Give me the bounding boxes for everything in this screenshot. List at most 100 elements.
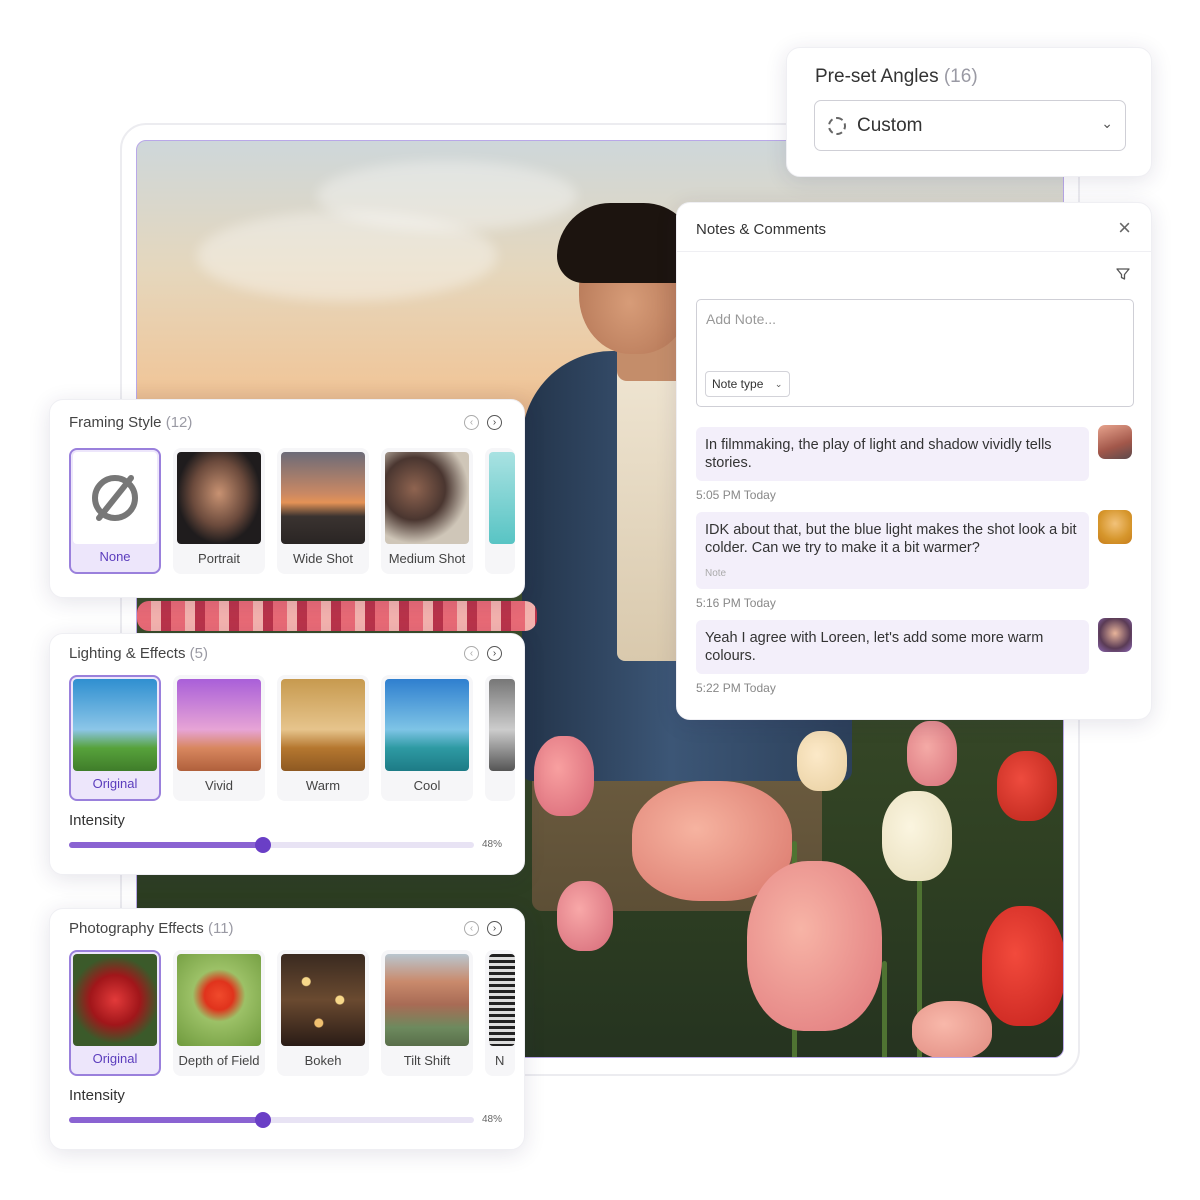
lighting-option-label: Original [92, 776, 138, 791]
cloud [317, 161, 577, 231]
intensity-slider-handle[interactable] [255, 837, 272, 853]
none-thumbnail [73, 452, 157, 544]
framing-option-wide-shot[interactable]: Wide Shot [277, 448, 369, 574]
tulip [912, 1001, 992, 1057]
no-symbol-icon [92, 475, 138, 521]
tulip [557, 881, 613, 951]
next-arrow-icon[interactable]: › [487, 921, 502, 936]
lighting-option-original[interactable]: Original [69, 675, 161, 801]
photo-effect-bokeh[interactable]: Bokeh [277, 950, 369, 1076]
lighting-option-label: Cool [413, 778, 441, 793]
photo-effect-label: Original [92, 1051, 138, 1066]
lighting-effects-title: Lighting & Effects (5) [69, 645, 208, 662]
add-note-input[interactable]: Add Note... Note type ⌄ [696, 299, 1134, 407]
filter-icon[interactable] [1115, 266, 1131, 282]
bokeh-thumbnail [281, 954, 365, 1046]
photo-effect-label: Depth of Field [178, 1053, 260, 1068]
lighting-option-cool[interactable]: Cool [381, 675, 473, 801]
intensity-value: 48% [482, 839, 503, 850]
medium-shot-thumbnail [385, 452, 469, 544]
preset-angles-value: Custom [857, 115, 923, 136]
photography-effects-card: Photography Effects (11) ‹ › Original De… [49, 908, 525, 1150]
photo-effect-label: Tilt Shift [403, 1053, 451, 1068]
photo-effect-original[interactable]: Original [69, 950, 161, 1076]
add-note-placeholder: Add Note... [706, 311, 777, 327]
partial-thumbnail [489, 679, 515, 771]
lighting-option-label: Warm [305, 778, 341, 793]
chevron-down-icon: ⌄ [1101, 115, 1113, 131]
lighting-option-label: Vivid [205, 778, 233, 793]
rose-thumbnail [73, 954, 157, 1046]
tulip [882, 791, 952, 881]
note-type-select[interactable]: Note type ⌄ [705, 371, 791, 397]
tulip [907, 721, 957, 786]
close-icon[interactable]: × [1118, 215, 1131, 241]
vivid-tree-thumbnail [177, 679, 261, 771]
lighting-option-partial[interactable] [485, 675, 515, 801]
wide-shot-thumbnail [281, 452, 365, 544]
photography-effects-title: Photography Effects (11) [69, 920, 234, 937]
framing-option-none[interactable]: None [69, 448, 161, 574]
tulip [747, 861, 882, 1031]
framing-option-label: Medium Shot [388, 551, 466, 566]
original-tree-thumbnail [73, 679, 157, 771]
framing-option-label: Wide Shot [293, 551, 353, 566]
intensity-slider[interactable] [69, 837, 474, 853]
intensity-slider-fill [69, 842, 264, 848]
intensity-slider[interactable] [69, 1112, 474, 1128]
prev-arrow-icon[interactable]: ‹ [464, 415, 479, 430]
framing-option-partial[interactable] [485, 448, 515, 574]
framing-option-label: Portrait [198, 551, 240, 566]
notes-title: Notes & Comments [696, 221, 827, 238]
framing-style-title: Framing Style (12) [69, 414, 193, 431]
comment-bubble: Yeah I agree with Loreen, let's add some… [696, 620, 1089, 674]
comment-bubble: In filmmaking, the play of light and sha… [696, 427, 1089, 481]
framing-option-portrait[interactable]: Portrait [173, 448, 265, 574]
avatar [1098, 425, 1132, 459]
avatar [1098, 618, 1132, 652]
intensity-slider-handle[interactable] [255, 1112, 272, 1128]
tulip [982, 906, 1063, 1026]
framing-option-label: None [99, 549, 131, 564]
prev-arrow-icon[interactable]: ‹ [464, 921, 479, 936]
intensity-label: Intensity [69, 812, 125, 829]
next-arrow-icon[interactable]: › [487, 646, 502, 661]
preset-angles-title: Pre-set Angles (16) [815, 66, 978, 87]
comment-bubble: IDK about that, but the blue light makes… [696, 512, 1089, 589]
partial-thumbnail [489, 452, 515, 544]
intensity-label: Intensity [69, 1087, 125, 1104]
intensity-slider-fill [69, 1117, 264, 1123]
notes-panel: Notes & Comments × Add Note... Note type… [676, 202, 1152, 720]
tulip-stem [882, 961, 887, 1057]
tulip-row [137, 601, 537, 631]
tulip [997, 751, 1057, 821]
comment-time: 5:22 PM Today [696, 681, 776, 695]
preset-angles-select[interactable]: Custom ⌄ [814, 100, 1126, 151]
lighting-option-vivid[interactable]: Vivid [173, 675, 265, 801]
comment-time: 5:05 PM Today [696, 488, 776, 502]
photo-effect-depth-of-field[interactable]: Depth of Field [173, 950, 265, 1076]
framing-option-medium-shot[interactable]: Medium Shot [381, 448, 473, 574]
warm-tree-thumbnail [281, 679, 365, 771]
avatar [1098, 510, 1132, 544]
lighting-effects-card: Lighting & Effects (5) ‹ › Original Vivi… [49, 633, 525, 875]
partial-thumbnail [489, 954, 515, 1046]
lighting-option-warm[interactable]: Warm [277, 675, 369, 801]
framing-style-card: Framing Style (12) ‹ › None Portrait Wid… [49, 399, 525, 598]
notes-divider [677, 251, 1151, 252]
cool-tree-thumbnail [385, 679, 469, 771]
next-arrow-icon[interactable]: › [487, 415, 502, 430]
prev-arrow-icon[interactable]: ‹ [464, 646, 479, 661]
photo-effect-label: N [495, 1053, 505, 1068]
preset-angles-card: Pre-set Angles (16) Custom ⌄ [786, 47, 1152, 177]
chevron-down-icon: ⌄ [774, 379, 783, 389]
photo-effect-partial[interactable]: N [485, 950, 515, 1076]
portrait-thumbnail [177, 452, 261, 544]
photo-effect-label: Bokeh [304, 1053, 342, 1068]
comment-time: 5:16 PM Today [696, 596, 776, 610]
custom-angle-icon [828, 117, 846, 135]
poppy-thumbnail [177, 954, 261, 1046]
photo-effect-tilt-shift[interactable]: Tilt Shift [381, 950, 473, 1076]
tilt-shift-thumbnail [385, 954, 469, 1046]
tulip [534, 736, 594, 816]
